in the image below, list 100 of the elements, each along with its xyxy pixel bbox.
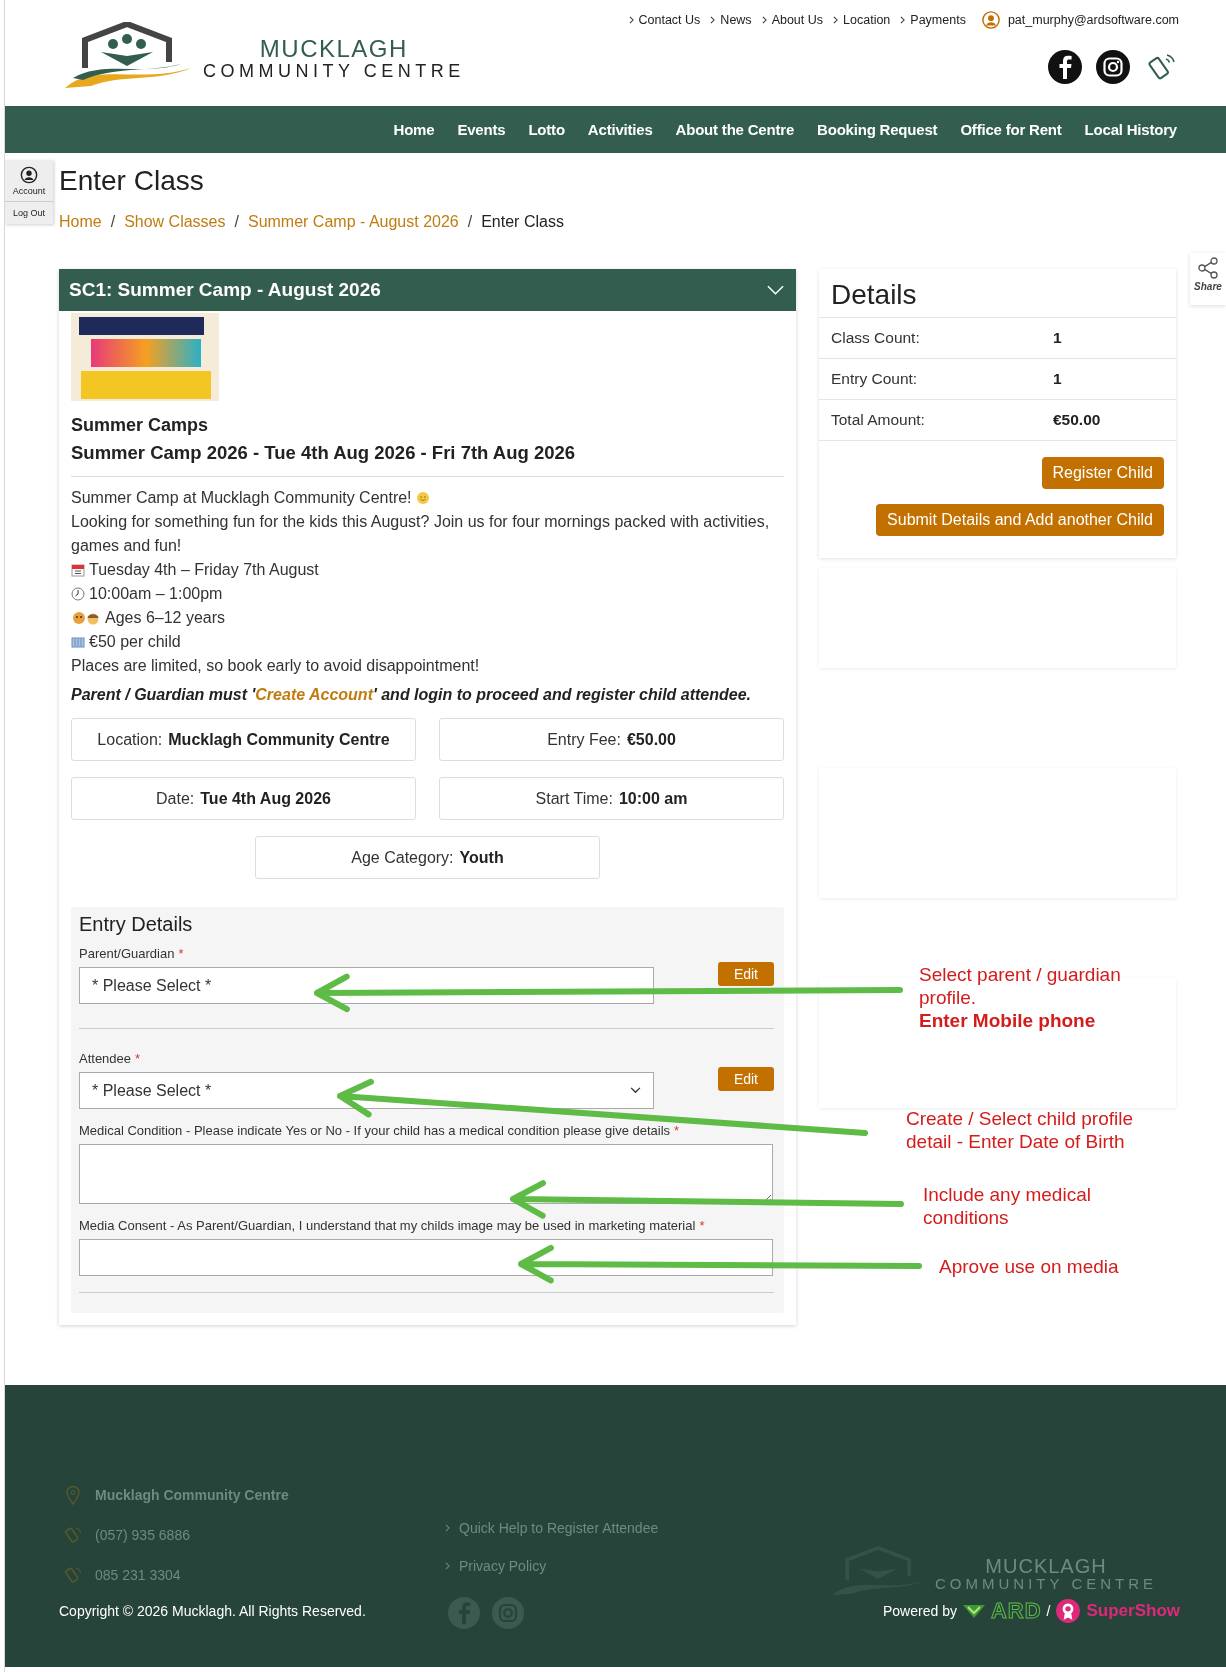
user-icon xyxy=(981,11,1000,29)
footer-contact: (057) 935 6886 xyxy=(95,1527,190,1543)
facebook-icon[interactable] xyxy=(1047,49,1083,85)
chevron-right-icon xyxy=(761,16,767,24)
details-title: Details xyxy=(819,269,1176,318)
breadcrumb-separator: / xyxy=(110,213,116,231)
user-email-link[interactable]: pat_murphy@ardsoftware.com xyxy=(1007,13,1179,27)
share-button[interactable]: Share xyxy=(1190,253,1226,305)
annotation-text: Include any medical xyxy=(923,1183,1091,1206)
logo-subtitle: COMMUNITY CENTRE xyxy=(203,61,465,80)
breadcrumb-separator: / xyxy=(234,213,239,231)
nav-item[interactable]: Lotto xyxy=(528,121,565,138)
annotation-text: profile. xyxy=(919,986,978,1009)
children-icon xyxy=(71,611,101,625)
chevron-right-icon xyxy=(833,16,839,24)
description-text: Ages 6–12 years xyxy=(105,608,226,628)
annotation-text: Create / Select child profile xyxy=(906,1107,1134,1130)
top-link[interactable]: Contact Us xyxy=(628,13,701,27)
phone-icon xyxy=(63,1525,83,1545)
instagram-icon[interactable] xyxy=(1095,49,1131,85)
location-pin-icon xyxy=(63,1485,83,1505)
separator-text: / xyxy=(1046,1603,1051,1619)
top-link[interactable]: Payments xyxy=(900,13,966,27)
banknote-icon xyxy=(71,635,85,649)
dropdown-chevron-icon xyxy=(630,1087,641,1094)
ard-logo-icon xyxy=(961,1603,986,1619)
field-label: Parent/Guardian xyxy=(79,946,175,961)
copyright-text: Copyright © 2026 Mucklagh. All Rights Reserved. xyxy=(59,1603,366,1619)
annotation-text: detail - Enter Date of Birth xyxy=(906,1130,1126,1153)
top-link[interactable]: Location xyxy=(833,13,891,27)
nav-item[interactable]: Home xyxy=(393,121,435,138)
footer-logo-name: MUCKLAGH xyxy=(985,1555,1107,1576)
calendar-icon xyxy=(71,563,85,577)
logout-link[interactable]: Log Out xyxy=(5,201,53,224)
text-area[interactable] xyxy=(79,1144,773,1204)
info-value: €50.00 xyxy=(626,730,676,749)
entry-details-title: Entry Details xyxy=(79,913,194,936)
login-notice: Parent / Guardian must 'Create Account' and login to proceed and register child attendee. xyxy=(71,686,753,704)
chevron-right-icon xyxy=(445,1524,450,1532)
required-mark: * xyxy=(699,1218,705,1233)
nav-item[interactable]: About the Centre xyxy=(675,121,795,138)
breadcrumb-separator: / xyxy=(467,213,473,231)
info-value: 10:00 am xyxy=(618,789,688,808)
info-label: Age Category: xyxy=(351,848,454,867)
smiley-icon xyxy=(415,491,430,505)
detail-value: 1 xyxy=(1053,370,1062,388)
detail-label: Total Amount: xyxy=(831,411,926,429)
rosette-icon xyxy=(1055,1598,1082,1624)
description-text: Places are limited, so book early to avoid disappointment! xyxy=(71,656,480,676)
detail-label: Entry Count: xyxy=(831,370,919,388)
footer-logo-subtitle: COMMUNITY CENTRE xyxy=(935,1575,1158,1591)
action-button[interactable]: Register Child xyxy=(1041,457,1164,489)
detail-label: Class Count: xyxy=(831,329,921,347)
clock-icon xyxy=(71,587,85,601)
info-value: Tue 4th Aug 2026 xyxy=(200,789,331,808)
info-label: Location: xyxy=(97,730,163,749)
annotation-text: Select parent / guardian xyxy=(919,963,1121,986)
account-link[interactable]: Account xyxy=(12,184,46,201)
annotation-text: Enter Mobile phone xyxy=(919,1009,1097,1032)
field-label: Media Consent - As Parent/Guardian, I understand that my childs image may be used in marketing material xyxy=(79,1218,696,1233)
info-value: Youth xyxy=(459,848,504,867)
action-button[interactable]: Submit Details and Add another Child xyxy=(876,504,1164,536)
select-field[interactable]: * Please Select * xyxy=(79,1072,654,1109)
nav-item[interactable]: Activities xyxy=(587,121,653,138)
ard-logo-text: ARD xyxy=(990,1598,1042,1624)
class-category: Summer Camps xyxy=(71,415,210,436)
top-link[interactable]: About Us xyxy=(761,13,824,27)
detail-value: 1 xyxy=(1053,329,1062,347)
breadcrumb-link[interactable]: Show Classes xyxy=(124,213,226,231)
account-icon xyxy=(20,166,38,184)
nav-item[interactable]: Booking Request xyxy=(817,121,938,138)
card-header[interactable]: SC1: Summer Camp - August 2026 xyxy=(59,269,796,311)
description-text: €50 per child xyxy=(89,632,181,652)
edit-button[interactable]: Edit xyxy=(717,1067,774,1091)
field-label: Medical Condition - Please indicate Yes or No - If your child has a medical condition please give details xyxy=(79,1123,671,1138)
chevron-right-icon xyxy=(445,1562,450,1570)
supershow-logo-text: SuperShow xyxy=(1086,1601,1180,1621)
nav-item[interactable]: Office for Rent xyxy=(960,121,1062,138)
class-subtitle: Summer Camp 2026 - Tue 4th Aug 2026 - Fri 7th Aug 2026 xyxy=(71,442,577,464)
field-label: Attendee xyxy=(79,1051,132,1066)
info-value: Mucklagh Community Centre xyxy=(168,730,390,749)
chevron-right-icon xyxy=(710,16,716,24)
annotation-text: Aprove use on media xyxy=(939,1255,1119,1278)
footer-contact: 085 231 3304 xyxy=(95,1567,181,1583)
required-mark: * xyxy=(135,1051,141,1066)
description-text: Looking for something fun for the kids this August? Join us for four mornings packed with activities, games and fun! xyxy=(71,512,771,556)
edit-button[interactable]: Edit xyxy=(717,962,774,986)
description-text: Summer Camp at Mucklagh Community Centre! xyxy=(71,488,412,508)
nav-item[interactable]: Events xyxy=(457,121,506,138)
input-field[interactable] xyxy=(79,1239,773,1276)
share-icon xyxy=(1197,257,1219,279)
phone-icon xyxy=(63,1565,83,1585)
powered-by-text: Powered by xyxy=(883,1603,957,1619)
info-label: Start Time: xyxy=(535,789,613,808)
required-mark: * xyxy=(674,1123,680,1138)
nav-item[interactable]: Local History xyxy=(1084,121,1177,138)
top-link[interactable]: News xyxy=(710,13,752,27)
chevron-down-icon xyxy=(767,285,784,295)
breadcrumb-current[interactable]: Enter Class xyxy=(481,213,564,231)
required-mark: * xyxy=(178,946,184,961)
